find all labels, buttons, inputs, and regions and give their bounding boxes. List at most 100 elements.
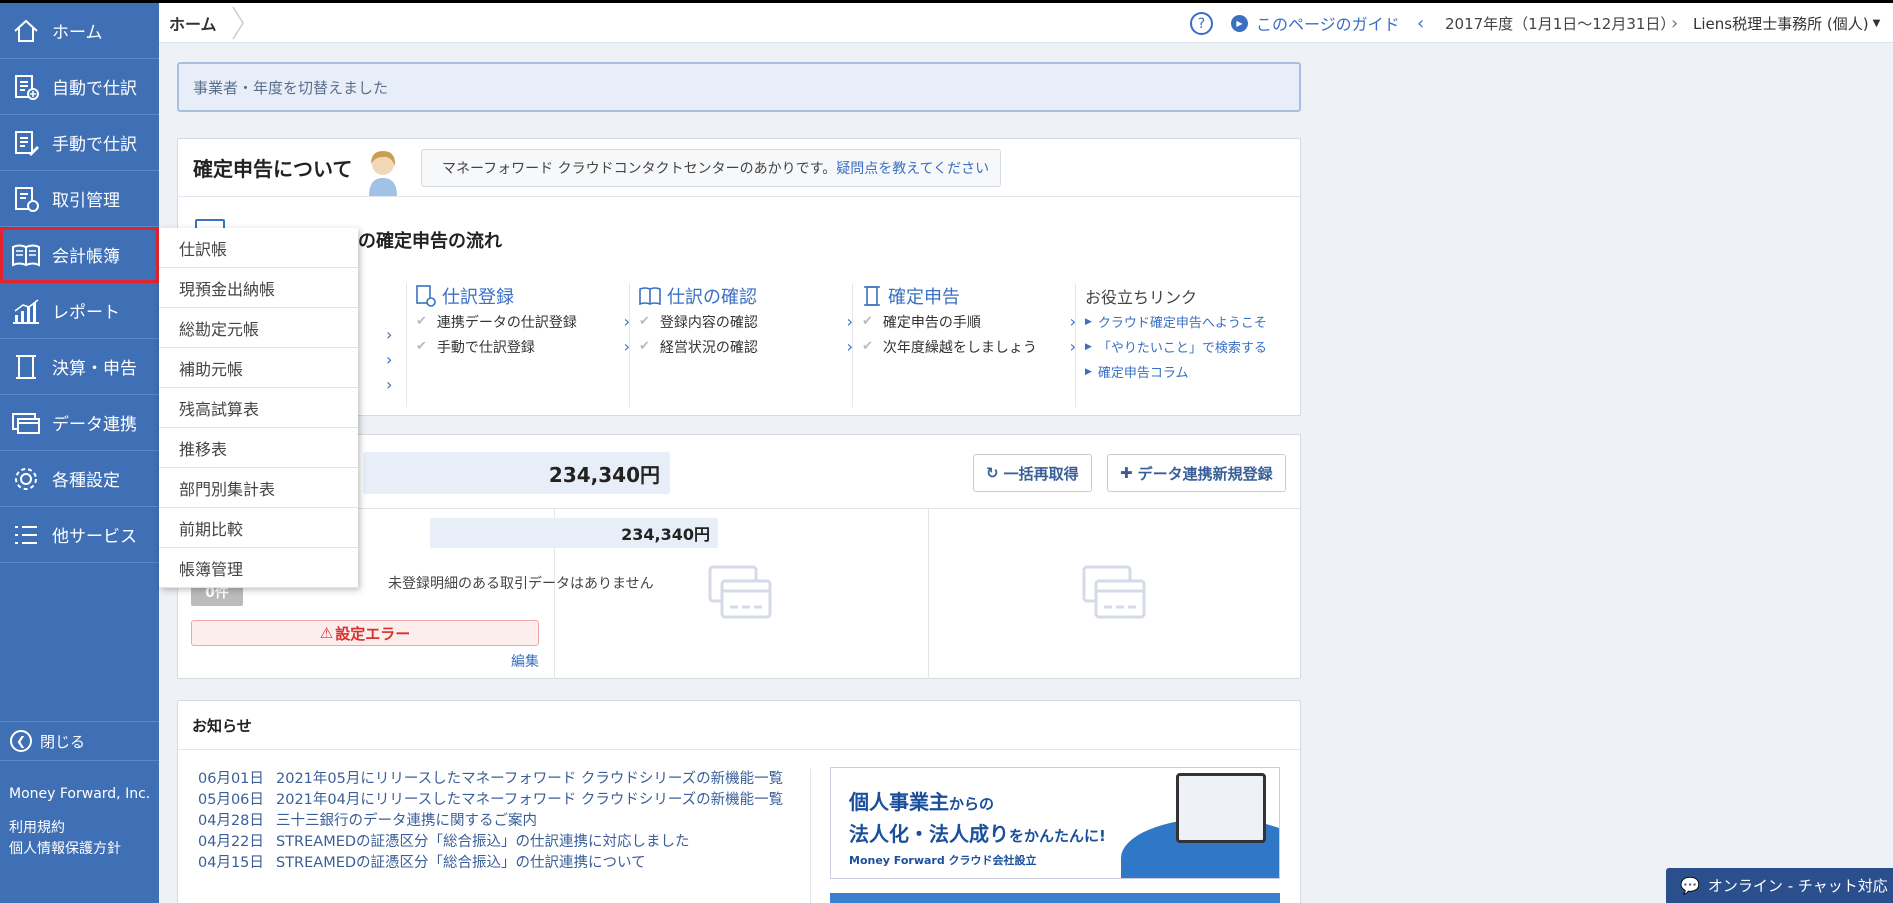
useful-link[interactable]: ▶ 確定申告コラム	[1085, 359, 1295, 384]
terms-link[interactable]: 利用規約	[9, 818, 121, 839]
flow-item[interactable]: ✔ 次年度繰越をしましょう ›	[862, 334, 1084, 359]
news-item[interactable]: 04月15日 STREAMEDの証憑区分「総合振込」の仕訳連携について	[198, 853, 798, 874]
help-icon[interactable]: ?	[1190, 12, 1213, 35]
flow-item-label: 連携データの仕訳登録	[436, 314, 577, 331]
flyout-item-prior-comparison[interactable]: 前期比較	[159, 508, 358, 548]
flow-column-review: 仕訳の確認 ✔ 登録内容の確認 › ✔ 経営状況の確認 ›	[639, 283, 861, 407]
flyout-item-trial-balance[interactable]: 残高試算表	[159, 388, 358, 428]
sidebar-item-transactions[interactable]: 取引管理	[0, 171, 159, 227]
sidebar-item-books[interactable]: 会計帳簿	[0, 227, 159, 283]
flow-item[interactable]: ✔ 確定申告の手順 ›	[862, 309, 1084, 334]
office-selector[interactable]: Liens税理士事務所 (個人) ▼	[1693, 3, 1880, 43]
contact-bubble: マネーフォワード クラウドコンタクトセンターのあかりです。 疑問点を教えてくださ…	[421, 149, 1001, 187]
flow-item[interactable]: ✔ 登録内容の確認 ›	[639, 309, 861, 334]
news-item[interactable]: 04月28日 三十三銀行のデータ連携に関するご案内	[198, 811, 798, 832]
sidebar-item-data-link[interactable]: データ連携	[0, 395, 159, 451]
useful-link[interactable]: ▶ クラウド確定申告へようこそ	[1085, 309, 1295, 334]
flyout-item-sub-ledger[interactable]: 補助元帳	[159, 348, 358, 388]
news-date: 06月01日	[198, 771, 264, 787]
sidebar-item-auto-journal[interactable]: 自動で仕訳	[0, 59, 159, 115]
sidebar-item-manual-journal[interactable]: 手動で仕訳	[0, 115, 159, 171]
privacy-link[interactable]: 個人情報保護方針	[9, 839, 121, 860]
office-name: Liens税理士事務所 (個人)	[1693, 14, 1869, 33]
secondary-banner[interactable]	[830, 893, 1280, 903]
news-item[interactable]: 06月01日 2021年05月にリリースしたマネーフォワード クラウドシリーズの新…	[198, 769, 798, 790]
banner-text: 個人事業主	[849, 790, 949, 814]
monitor-illustration	[1176, 773, 1266, 843]
sidebar-close-button[interactable]: ❮ 閉じる	[0, 721, 159, 761]
news-date: 04月22日	[198, 834, 264, 850]
chevron-left-icon: ❮	[10, 730, 32, 752]
sidebar-item-settings[interactable]: 各種設定	[0, 451, 159, 507]
sidebar-item-settlement[interactable]: 決算・申告	[0, 339, 159, 395]
setting-error-button[interactable]: ⚠ 設定エラー	[191, 620, 539, 646]
company-name: Money Forward, Inc.	[9, 786, 151, 802]
online-chat-button[interactable]: 💬 オンライン - チャット対応	[1666, 868, 1893, 903]
column-divider	[810, 769, 811, 903]
flyout-item-book-management[interactable]: 帳簿管理	[159, 548, 358, 588]
column-divider	[1075, 283, 1076, 407]
previous-year-icon[interactable]: ‹	[1417, 3, 1424, 43]
refresh-all-label: 一括再取得	[1003, 464, 1079, 483]
flow-item-label: 手動で仕訳登録	[436, 339, 535, 356]
chevron-right-icon[interactable]: ›	[386, 325, 392, 344]
useful-links-title: お役立ちリンク	[1085, 288, 1198, 307]
banner-text: をかんたんに!	[1009, 827, 1106, 845]
news-text: STREAMEDの証憑区分「総合振込」の仕訳連携に対応しました	[276, 834, 690, 850]
chevron-right-icon[interactable]: ›	[386, 350, 392, 369]
flyout-item-general-ledger[interactable]: 総勘定元帳	[159, 308, 358, 348]
sidebar-item-home[interactable]: ホーム	[0, 3, 159, 59]
flyout-item-journal[interactable]: 仕訳帳	[159, 228, 358, 268]
column-divider	[629, 283, 630, 407]
flow-item[interactable]: ✔ 連携データの仕訳登録 ›	[416, 309, 638, 334]
flyout-item-cash-book[interactable]: 現預金出納帳	[159, 268, 358, 308]
caret-right-icon: ▶	[1085, 366, 1092, 377]
sidebar-item-other-services[interactable]: 他サービス	[0, 507, 159, 563]
check-icon: ✔	[862, 339, 873, 354]
check-icon: ✔	[639, 339, 650, 354]
refresh-icon: ↻	[986, 464, 999, 482]
useful-links: お役立ちリンク ▶ クラウド確定申告へようこそ ▶ 「やりたいこと」で検索する ▶ 確…	[1085, 283, 1295, 407]
news-card: お知らせ 06月01日 2021年05月にリリースしたマネーフォワード クラウドシ…	[177, 700, 1301, 903]
banner-text: からの	[949, 795, 995, 813]
sidebar-item-label: 会計帳簿	[52, 247, 120, 267]
useful-link-label: 「やりたいこと」で検索する	[1097, 341, 1267, 356]
close-label: 閉じる	[40, 732, 86, 751]
sidebar-item-label: 取引管理	[52, 191, 120, 211]
check-icon: ✔	[862, 314, 873, 329]
bubble-link[interactable]: 疑問点を教えてください	[836, 158, 989, 178]
news-title: お知らせ	[192, 717, 252, 735]
flyout-item-transition[interactable]: 推移表	[159, 428, 358, 468]
next-year-icon[interactable]: ›	[1671, 3, 1678, 43]
card-divider	[178, 749, 1300, 750]
refresh-all-button[interactable]: ↻ 一括再取得	[973, 454, 1092, 492]
incorporation-banner[interactable]: 個人事業主からの 法人化・法人成りをかんたんに! Money Forward ク…	[830, 767, 1280, 879]
edit-link[interactable]: 編集	[511, 651, 539, 671]
flow-item[interactable]: ✔ 経営状況の確認 ›	[639, 334, 861, 359]
useful-link[interactable]: ▶ 「やりたいこと」で検索する	[1085, 334, 1295, 359]
news-item[interactable]: 05月06日 2021年04月にリリースしたマネーフォワード クラウドシリーズの新…	[198, 790, 798, 811]
new-data-link-button[interactable]: ✚ データ連携新規登録	[1107, 454, 1286, 492]
flyout-item-department[interactable]: 部門別集計表	[159, 468, 358, 508]
chevron-right-icon[interactable]: ›	[386, 375, 392, 394]
banner-line-1: 個人事業主からの	[849, 786, 994, 815]
news-date: 05月06日	[198, 792, 264, 808]
sidebar-item-reports[interactable]: レポート	[0, 283, 159, 339]
page-guide-link[interactable]: このページのガイド	[1256, 3, 1400, 43]
news-item[interactable]: 04月22日 STREAMEDの証憑区分「総合振込」の仕訳連携に対応しました	[198, 832, 798, 853]
transaction-icon	[10, 183, 42, 215]
sidebar-item-label: 各種設定	[52, 471, 120, 491]
flow-item-label: 登録内容の確認	[659, 314, 758, 331]
empty-account-icon	[708, 565, 772, 619]
sidebar-item-label: データ連携	[52, 415, 137, 435]
gear-icon	[10, 463, 42, 495]
column-title-text: 確定申告	[888, 287, 960, 308]
banner-text: 法人化・法人成り	[849, 822, 1009, 846]
top-header: ホーム ? ▶ このページのガイド ‹ 2017年度（1月1日〜12月31日） …	[159, 3, 1893, 43]
breadcrumb[interactable]: ホーム	[169, 3, 217, 43]
flow-column-journal: 仕訳登録 ✔ 連携データの仕訳登録 › ✔ 手動で仕訳登録 ›	[416, 283, 638, 407]
fiscal-year: 2017年度（1月1日〜12月31日）	[1445, 14, 1676, 33]
plus-icon: ✚	[1120, 464, 1133, 482]
flow-item[interactable]: ✔ 手動で仕訳登録 ›	[416, 334, 638, 359]
setting-error-label: 設定エラー	[335, 624, 411, 643]
